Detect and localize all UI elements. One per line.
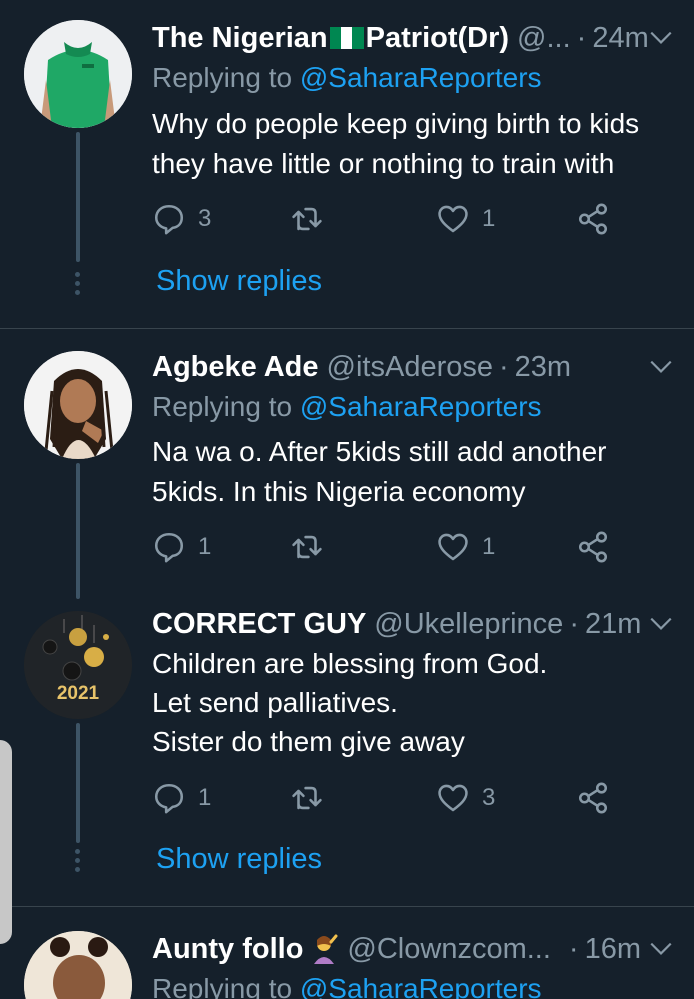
tweet-text-line: Children are blessing from God.	[152, 648, 548, 679]
retweet-icon	[292, 786, 322, 810]
share-icon	[578, 531, 608, 563]
tweet-1[interactable]: The Nigerian Patriot(Dr) @... · 24m Repl…	[0, 0, 694, 328]
tweet-text-line: they have little or nothing to train wit…	[152, 148, 615, 179]
reply-button[interactable]: 3	[152, 199, 211, 239]
share-icon	[578, 782, 608, 814]
chevron-down-icon[interactable]	[648, 935, 674, 961]
retweet-button[interactable]	[290, 778, 324, 818]
avatar[interactable]: 2021	[24, 611, 132, 719]
reply-count: 1	[198, 784, 212, 811]
like-button[interactable]: 3	[436, 778, 495, 818]
heart-icon	[438, 533, 468, 561]
separator-dot: ·	[569, 607, 579, 640]
avatar-image	[24, 20, 132, 128]
replying-to-handle[interactable]: @SaharaReporters	[300, 973, 542, 999]
reply-button[interactable]: 1	[152, 527, 211, 567]
thread-line	[76, 132, 80, 262]
avatar[interactable]	[24, 20, 132, 128]
timestamp[interactable]: 16m	[585, 933, 641, 966]
reply-count: 3	[198, 205, 212, 232]
avatar[interactable]	[24, 351, 132, 459]
tweet-3[interactable]: 2021 CORRECT GUY @Ukelleprince · 21m Chi…	[0, 599, 694, 905]
like-count: 3	[482, 784, 496, 811]
like-button[interactable]: 1	[436, 199, 495, 239]
thread-dots	[75, 849, 81, 876]
display-name[interactable]: Agbeke Ade	[152, 351, 319, 384]
heart-icon	[438, 784, 468, 812]
tweet-header: The Nigerian Patriot(Dr) @... · 24m	[152, 18, 674, 58]
replying-to-label: Replying to	[152, 391, 300, 422]
separator-dot: ·	[498, 350, 509, 383]
avatar[interactable]	[24, 931, 132, 999]
tweet-4[interactable]: Aunty follo @Clownzcom... · 16m Replying…	[0, 907, 694, 999]
display-name[interactable]: The Nigerian	[152, 22, 328, 55]
thread-dots	[75, 272, 81, 299]
tweet-text: Why do people keep giving birth to kids …	[152, 104, 672, 184]
tweet-2[interactable]: Agbeke Ade @itsAderose · 23m Replying to…	[0, 329, 694, 599]
display-name[interactable]: Aunty follo	[152, 933, 303, 966]
share-button[interactable]	[576, 199, 610, 239]
display-name-suffix[interactable]: Patriot(Dr)	[366, 22, 509, 55]
separator-dot: ·	[568, 932, 579, 965]
tweet-text-line: Sister do them give away	[152, 726, 465, 757]
tweet-text-line: 5kids. In this Nigeria economy	[152, 476, 526, 507]
replying-to-label: Replying to	[152, 973, 300, 999]
heart-icon	[438, 205, 468, 233]
display-name[interactable]: CORRECT GUY	[152, 608, 366, 641]
timestamp[interactable]: 23m	[515, 351, 571, 384]
show-replies-link[interactable]: Show replies	[156, 843, 322, 876]
timestamp[interactable]: 24m	[592, 22, 648, 55]
nigeria-flag-icon	[329, 27, 364, 49]
reply-button[interactable]: 1	[152, 778, 211, 818]
user-handle[interactable]: @...	[517, 22, 571, 55]
avatar-image	[24, 931, 132, 999]
replying-to-handle[interactable]: @SaharaReporters	[300, 62, 542, 93]
reply-count: 1	[198, 533, 212, 560]
tweet-actions: 1 1	[152, 527, 622, 567]
tweet-text: Na wa o. After 5kids still add another 5…	[152, 432, 672, 512]
reply-icon	[154, 783, 184, 814]
retweet-icon	[292, 207, 322, 231]
chevron-down-icon[interactable]	[648, 610, 674, 636]
thread-line	[76, 463, 80, 599]
like-button[interactable]: 1	[436, 527, 495, 567]
replying-to: Replying to @SaharaReporters	[152, 391, 542, 423]
retweet-icon	[292, 535, 322, 559]
retweet-button[interactable]	[290, 527, 324, 567]
tweet-actions: 3 1	[152, 199, 622, 239]
user-handle[interactable]: @Clownzcom...	[347, 933, 550, 966]
retweet-button[interactable]	[290, 199, 324, 239]
replying-to: Replying to @SaharaReporters	[152, 62, 542, 94]
like-count: 1	[482, 205, 496, 232]
avatar-image	[24, 351, 132, 459]
avatar-year-text: 2021	[56, 683, 100, 704]
share-icon	[578, 203, 608, 235]
tweet-text: Children are blessing from God. Let send…	[152, 644, 672, 761]
reply-icon	[154, 204, 184, 235]
tweet-header: CORRECT GUY @Ukelleprince · 21m	[152, 604, 674, 644]
share-button[interactable]	[576, 778, 610, 818]
edge-panel-handle[interactable]	[0, 740, 12, 944]
tweet-header: Aunty follo @Clownzcom... · 16m	[152, 929, 674, 969]
share-button[interactable]	[576, 527, 610, 567]
separator-dot: ·	[576, 21, 587, 54]
replying-to-handle[interactable]: @SaharaReporters	[300, 391, 542, 422]
chevron-down-icon[interactable]	[648, 353, 674, 379]
show-replies-link[interactable]: Show replies	[156, 265, 322, 298]
user-handle[interactable]: @itsAderose	[327, 351, 493, 384]
person-raising-hand-emoji-icon	[309, 934, 339, 964]
tweet-header: Agbeke Ade @itsAderose · 23m	[152, 347, 674, 387]
chevron-down-icon[interactable]	[648, 24, 674, 50]
tweet-text-line: Na wa o. After 5kids still add another	[152, 436, 607, 467]
timestamp[interactable]: 21m	[585, 608, 641, 641]
replying-to-label: Replying to	[152, 62, 300, 93]
replying-to: Replying to @SaharaReporters	[152, 973, 542, 999]
reply-icon	[154, 532, 184, 563]
tweet-text-line: Let send palliatives.	[152, 687, 398, 718]
tweet-text-line: Why do people keep giving birth to kids	[152, 108, 640, 139]
user-handle[interactable]: @Ukelleprince	[374, 608, 563, 641]
tweet-actions: 1 3	[152, 778, 622, 818]
thread-line	[76, 723, 80, 843]
like-count: 1	[482, 533, 496, 560]
